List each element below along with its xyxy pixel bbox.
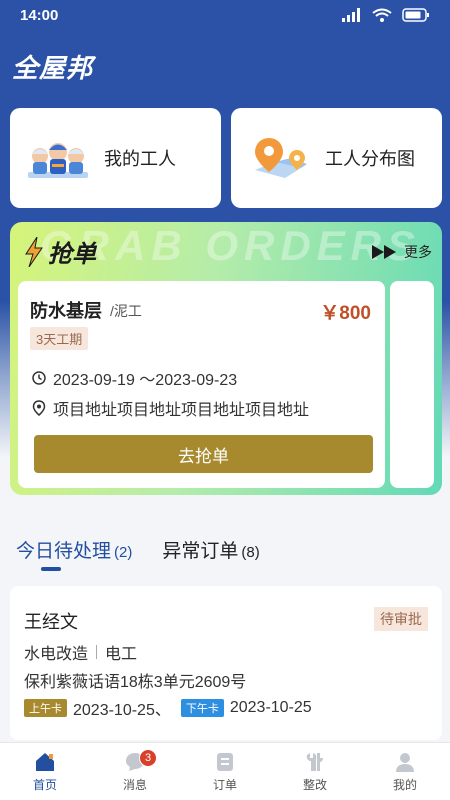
task-job: 水电改造 [24, 646, 89, 663]
status-badge: 待审批 [374, 607, 428, 631]
grab-title: 抢单 [24, 234, 96, 269]
order-date-row: 2023-09-19 ～2023-09-23 [32, 366, 237, 390]
task-tabs: 今日待处理 (2) 异常订单 (8) [16, 536, 260, 563]
order-name: 防水基层 [30, 301, 102, 321]
tab-abnormal-orders[interactable]: 异常订单 (8) [162, 536, 259, 563]
more-link[interactable]: 更多 [372, 242, 432, 262]
task-job-row: 水电改造 电工 [24, 640, 137, 664]
nav-profile[interactable]: 我的 [360, 743, 450, 800]
wifi-icon [372, 8, 392, 22]
my-workers-card[interactable]: 我的工人 [10, 108, 221, 208]
status-time: 14:00 [20, 6, 59, 24]
signal-icon [342, 8, 360, 22]
task-card[interactable]: 王经文 待审批 水电改造 电工 保利紫薇话语18栋3单元2609号 上午卡 20… [10, 586, 442, 740]
grab-title-text: 抢单 [48, 241, 96, 268]
tab-abnormal-orders-label: 异常订单 [162, 541, 239, 562]
nav-rectify-label: 整改 [302, 777, 327, 792]
pm-punch-tag: 下午卡 [180, 699, 224, 717]
next-order-card[interactable] [390, 281, 434, 488]
am-punch-date: 2023-10-25、 [73, 702, 171, 719]
battery-icon [402, 8, 429, 22]
worker-map-card[interactable]: 工人分布图 [231, 108, 442, 208]
clock-icon [32, 371, 46, 385]
tab-indicator [41, 567, 61, 571]
tab-today-pending-label: 今日待处理 [16, 541, 112, 562]
punch-row: 上午卡 2023-10-25、 下午卡 2023-10-25 [24, 696, 312, 720]
status-bar: 14:00 [0, 0, 450, 30]
fast-forward-icon [372, 245, 396, 259]
nav-rectify[interactable]: 整改 [270, 743, 360, 800]
am-punch-tag: 上午卡 [24, 699, 67, 717]
order-trade: /泥工 [110, 303, 142, 319]
tab-today-pending-count: (2) [114, 544, 133, 561]
profile-icon [396, 752, 414, 772]
nav-messages-label: 消息 [122, 777, 147, 792]
map-pin-icon [255, 138, 307, 178]
bottom-nav: 首页 3 消息 订单 整改 我的 [0, 742, 450, 800]
nav-orders[interactable]: 订单 [180, 743, 270, 800]
message-badge: 3 [139, 749, 157, 767]
location-icon [32, 400, 46, 416]
lightning-icon [25, 236, 43, 267]
nav-orders-label: 订单 [212, 777, 237, 792]
task-trade: 电工 [105, 646, 138, 663]
nav-messages[interactable]: 3 消息 [90, 743, 180, 800]
my-workers-label: 我的工人 [104, 149, 176, 169]
nav-home[interactable]: 首页 [0, 743, 90, 800]
home-icon [36, 752, 54, 771]
duration-badge: 3天工期 [30, 327, 89, 350]
worker-map-label: 工人分布图 [325, 149, 415, 169]
workers-icon [28, 143, 88, 178]
wrench-icon [306, 752, 323, 771]
worker-name: 王经文 [24, 612, 78, 632]
app-title: 全屋邦 [12, 53, 94, 83]
order-address-row: 项目地址项目地址项目地址项目地址 [32, 396, 309, 420]
divider [96, 645, 98, 659]
grab-watermark: GRAB ORDERS [40, 222, 422, 269]
nav-home-label: 首页 [32, 777, 57, 792]
task-address: 保利紫薇话语18栋3单元2609号 [24, 674, 247, 691]
grab-orders-panel: GRAB ORDERS 抢单 更多 防水基层 /泥工 ￥800 3天工期 202… [10, 222, 442, 495]
more-label: 更多 [404, 244, 432, 260]
pm-punch-date: 2023-10-25 [229, 699, 312, 716]
order-icon [217, 752, 233, 771]
tab-today-pending[interactable]: 今日待处理 (2) [16, 536, 132, 563]
grab-order-card[interactable]: 防水基层 /泥工 ￥800 3天工期 2023-09-19 ～2023-09-2… [18, 281, 385, 488]
order-date-range: 2023-09-19 ～2023-09-23 [53, 372, 238, 389]
tab-abnormal-orders-count: (8) [241, 544, 260, 561]
order-price: ￥800 [320, 303, 371, 324]
nav-profile-label: 我的 [392, 777, 417, 792]
grab-order-button[interactable]: 去抢单 [34, 435, 373, 473]
order-address: 项目地址项目地址项目地址项目地址 [53, 402, 310, 419]
